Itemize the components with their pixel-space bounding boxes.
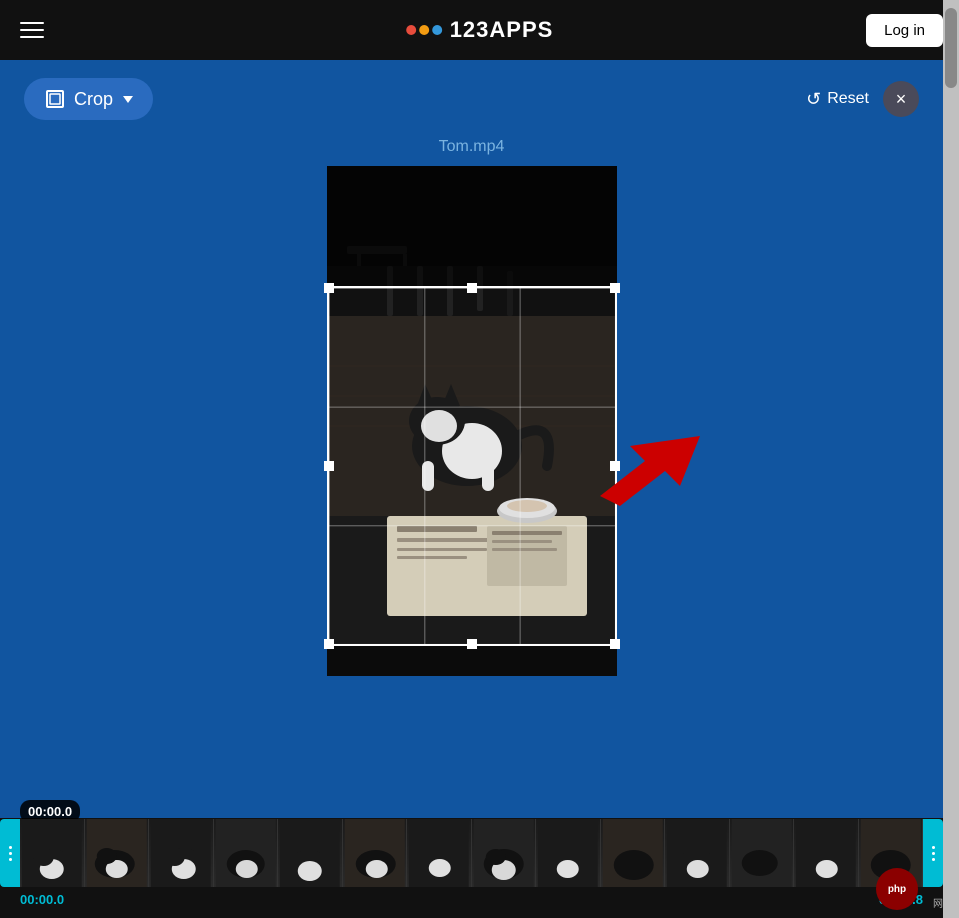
menu-button[interactable]: [16, 18, 48, 42]
thumbnail-1: [20, 819, 85, 887]
timeline-track[interactable]: [0, 818, 943, 888]
logo-dots: [406, 25, 442, 35]
thumbnail-11: [665, 819, 730, 887]
logo: 123APPS: [406, 17, 554, 43]
thumbnail-9: [536, 819, 601, 887]
thumbnail-13: [794, 819, 859, 887]
dot-yellow: [419, 25, 429, 35]
reset-label: Reset: [827, 90, 869, 108]
thumbnail-2: [85, 819, 150, 887]
scrollbar[interactable]: [943, 0, 959, 918]
thumbnail-4: [214, 819, 279, 887]
handle-dots-left: [9, 846, 12, 861]
login-button[interactable]: Log in: [866, 14, 943, 47]
handle-dots-right: [932, 846, 935, 861]
scrollbar-thumb[interactable]: [945, 8, 957, 88]
overlay-bottom: [327, 646, 617, 676]
thumbnail-10: [601, 819, 666, 887]
crop-icon: [44, 88, 66, 110]
reset-button[interactable]: ↺ Reset: [806, 89, 869, 110]
thumbnail-12: [730, 819, 795, 887]
crop-label: Crop: [74, 89, 113, 110]
php-badge: php: [876, 868, 918, 910]
timeline-handle-right[interactable]: [923, 819, 943, 887]
timeline-handle-left[interactable]: [0, 819, 20, 887]
thumbnails: [20, 819, 923, 887]
chevron-down-icon: [123, 96, 133, 103]
net-badge: 网: [933, 895, 943, 910]
dot-blue: [432, 25, 442, 35]
thumbnail-6: [343, 819, 408, 887]
thumbnail-5: [278, 819, 343, 887]
video-area: [0, 166, 943, 686]
toolbar: Crop ↺ Reset ×: [0, 60, 943, 138]
main-area: Crop ↺ Reset × Tom.mp4: [0, 60, 943, 918]
reset-icon: ↺: [806, 89, 821, 110]
thumbnail-8: [472, 819, 537, 887]
logo-text: 123APPS: [450, 17, 554, 43]
overlay-top: [327, 166, 617, 286]
timeline-times: 00:00.0 00:52.8: [0, 888, 943, 911]
timeline: 00:00.0: [0, 818, 943, 918]
red-arrow: [590, 426, 710, 521]
close-button[interactable]: ×: [883, 81, 919, 117]
dot-red: [406, 25, 416, 35]
filename: Tom.mp4: [439, 138, 505, 156]
header: 123APPS Log in: [0, 0, 959, 60]
time-start: 00:00.0: [20, 892, 64, 907]
crop-button[interactable]: Crop: [24, 78, 153, 120]
thumbnail-3: [149, 819, 214, 887]
toolbar-right: ↺ Reset ×: [806, 81, 919, 117]
thumbnail-7: [407, 819, 472, 887]
